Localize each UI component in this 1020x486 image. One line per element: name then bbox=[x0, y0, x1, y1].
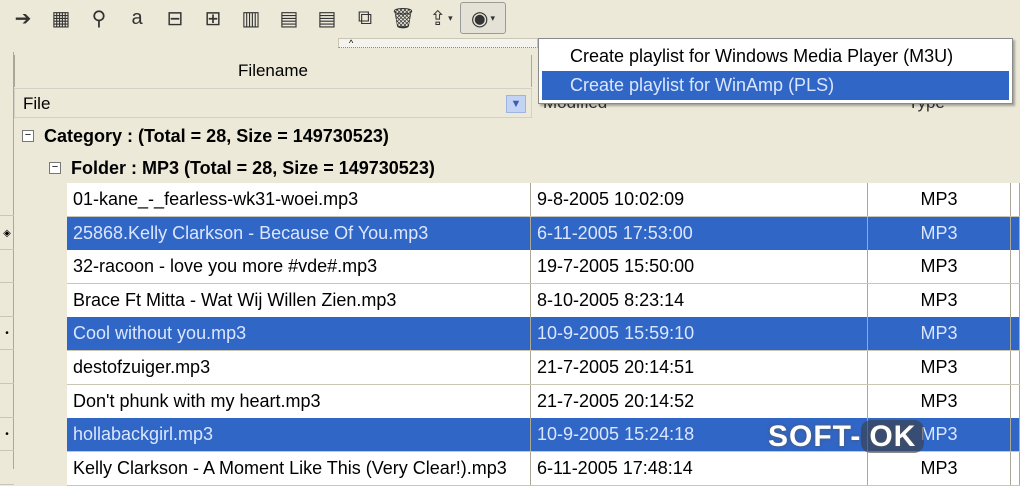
cell-extra bbox=[1011, 250, 1020, 284]
selected-row-icon[interactable]: • bbox=[0, 418, 14, 452]
header-icon: ▤ bbox=[279, 7, 299, 30]
dropdown-arrow-icon[interactable]: ▾ bbox=[448, 13, 453, 24]
row-indicator[interactable] bbox=[0, 284, 14, 317]
row-indicator[interactable] bbox=[0, 452, 14, 485]
menu-item-pls[interactable]: Create playlist for WinAmp (PLS) bbox=[542, 71, 1009, 100]
cell-type: MP3 bbox=[868, 317, 1011, 351]
playlist-menu: Create playlist for Windows Media Player… bbox=[538, 38, 1013, 104]
cell-filename: Don't phunk with my heart.mp3 bbox=[67, 384, 531, 418]
rename-icon: a bbox=[131, 6, 143, 29]
cell-filename: hollabackgirl.mp3 bbox=[67, 418, 531, 452]
tree-icon: ⊞ bbox=[204, 7, 222, 30]
cell-extra bbox=[1011, 384, 1020, 418]
cell-modified: 21-7-2005 20:14:52 bbox=[531, 384, 868, 418]
search-icon: ⚲ bbox=[91, 7, 107, 30]
cell-modified: 6-11-2005 17:53:00 bbox=[531, 216, 868, 250]
cell-modified: 21-7-2005 20:14:51 bbox=[531, 351, 868, 384]
properties-icon: ▦ bbox=[51, 7, 71, 30]
cell-modified: 9-8-2005 10:02:09 bbox=[531, 183, 868, 216]
go-button[interactable]: ➔ bbox=[4, 2, 42, 34]
table-row[interactable]: Cool without you.mp3 10-9-2005 15:59:10 MP… bbox=[67, 317, 1020, 352]
cell-extra bbox=[1011, 283, 1020, 317]
cell-type: MP3 bbox=[868, 183, 1011, 216]
group-row-folder[interactable]: − Folder : MP3 (Total = 28, Size = 149730… bbox=[49, 152, 435, 184]
footer-button[interactable]: ▤ bbox=[308, 2, 346, 34]
delete-icon: 🗑 bbox=[390, 7, 416, 30]
column-header-filename[interactable]: Filename bbox=[14, 55, 532, 87]
go-icon: ➔ bbox=[14, 7, 32, 30]
row-indicator[interactable] bbox=[0, 385, 14, 418]
table-row[interactable]: Don't phunk with my heart.mp3 21-7-2005 2… bbox=[67, 384, 1020, 419]
export-button[interactable]: ⇪ ▾ bbox=[422, 2, 460, 34]
row-indicator[interactable] bbox=[0, 351, 14, 384]
delete-button[interactable]: 🗑 bbox=[384, 2, 422, 34]
group-label: Folder : MP3 (Total = 28, Size = 1497305… bbox=[71, 158, 435, 178]
cell-type: MP3 bbox=[868, 451, 1011, 485]
collapse-icon[interactable]: − bbox=[22, 130, 34, 142]
group-button[interactable]: ⊟ bbox=[156, 2, 194, 34]
cell-type: MP3 bbox=[868, 250, 1011, 284]
cell-filename: 01-kane_-_fearless-wk31-woei.mp3 bbox=[67, 183, 531, 216]
cell-filename: Cool without you.mp3 bbox=[67, 317, 531, 351]
cell-extra bbox=[1011, 183, 1020, 216]
cell-type: MP3 bbox=[868, 216, 1011, 250]
current-row-icon[interactable]: ◈ bbox=[0, 217, 14, 250]
audio-button[interactable]: ◉ ▾ bbox=[460, 2, 506, 34]
rename-button[interactable]: a bbox=[118, 2, 156, 34]
columns-button[interactable]: ▥ bbox=[232, 2, 270, 34]
header-button[interactable]: ▤ bbox=[270, 2, 308, 34]
cell-filename: Brace Ft Mitta - Wat Wij Willen Zien.mp3 bbox=[67, 283, 531, 317]
file-grid: − Category : (Total = 28, Size = 14973052… bbox=[14, 118, 1020, 486]
cell-extra bbox=[1011, 351, 1020, 384]
footer-icon: ▤ bbox=[317, 7, 337, 30]
row-indicator[interactable] bbox=[0, 183, 14, 216]
cell-modified: 10-9-2005 15:59:10 bbox=[531, 317, 868, 351]
table-row[interactable]: 25868.Kelly Clarkson - Because Of You.mp… bbox=[67, 216, 1020, 251]
filter-file[interactable]: File ▼ bbox=[14, 88, 532, 118]
search-button[interactable]: ⚲ bbox=[80, 2, 118, 34]
group-row-category[interactable]: − Category : (Total = 28, Size = 14973052… bbox=[22, 120, 389, 152]
group-icon: ⊟ bbox=[166, 7, 184, 30]
columns-icon: ▥ bbox=[241, 7, 261, 30]
cell-modified: 8-10-2005 8:23:14 bbox=[531, 283, 868, 317]
copy-button[interactable]: ⧉ bbox=[346, 2, 384, 34]
table-row[interactable]: 32-racoon - love you more #vde#.mp3 19-7-… bbox=[67, 250, 1020, 285]
cell-extra bbox=[1011, 216, 1020, 250]
audio-icon: ◉ bbox=[471, 7, 489, 30]
table-row[interactable]: destofzuiger.mp3 21-7-2005 20:14:51 MP3 bbox=[67, 351, 1020, 385]
cell-extra bbox=[1011, 418, 1020, 452]
chevron-down-icon[interactable]: ▼ bbox=[506, 95, 526, 113]
tree-button[interactable]: ⊞ bbox=[194, 2, 232, 34]
cell-type: MP3 bbox=[868, 384, 1011, 418]
cell-modified: 6-11-2005 17:48:14 bbox=[531, 451, 868, 485]
toolbar-chevron[interactable]: ^ bbox=[338, 38, 538, 48]
cell-modified: 19-7-2005 15:50:00 bbox=[531, 250, 868, 284]
cell-filename: Kelly Clarkson - A Moment Like This (Ver… bbox=[67, 451, 531, 485]
watermark: SOFT- OK bbox=[768, 420, 925, 454]
cell-type: MP3 bbox=[868, 351, 1011, 384]
filter-file-label: File bbox=[23, 94, 51, 113]
table-row[interactable]: 01-kane_-_fearless-wk31-woei.mp3 9-8-2005… bbox=[67, 183, 1020, 217]
toolbar: ➔ ▦ ⚲ a ⊟ ⊞ ▥ ▤ ▤ ⧉ 🗑 ⇪ ▾ ◉ ▾ bbox=[0, 0, 1020, 36]
selected-row-icon[interactable]: • bbox=[0, 317, 14, 351]
chevron-up-icon: ^ bbox=[349, 38, 354, 48]
table-row[interactable]: Brace Ft Mitta - Wat Wij Willen Zien.mp3… bbox=[67, 283, 1020, 318]
dropdown-arrow-icon[interactable]: ▾ bbox=[490, 13, 495, 24]
group-label: Category : (Total = 28, Size = 149730523… bbox=[44, 126, 389, 146]
menu-item-m3u[interactable]: Create playlist for Windows Media Player… bbox=[542, 42, 1009, 71]
cell-extra bbox=[1011, 317, 1020, 351]
cell-filename: destofzuiger.mp3 bbox=[67, 351, 531, 384]
row-indicator-column: ◈ • • bbox=[0, 52, 14, 485]
row-indicator[interactable] bbox=[0, 250, 14, 284]
copy-icon: ⧉ bbox=[357, 6, 373, 29]
cell-filename: 32-racoon - love you more #vde#.mp3 bbox=[67, 250, 531, 284]
collapse-icon[interactable]: − bbox=[49, 162, 61, 174]
export-icon: ⇪ bbox=[429, 7, 447, 30]
cell-filename: 25868.Kelly Clarkson - Because Of You.mp… bbox=[67, 216, 531, 250]
cell-extra bbox=[1011, 451, 1020, 485]
properties-button[interactable]: ▦ bbox=[42, 2, 80, 34]
cell-type: MP3 bbox=[868, 283, 1011, 317]
